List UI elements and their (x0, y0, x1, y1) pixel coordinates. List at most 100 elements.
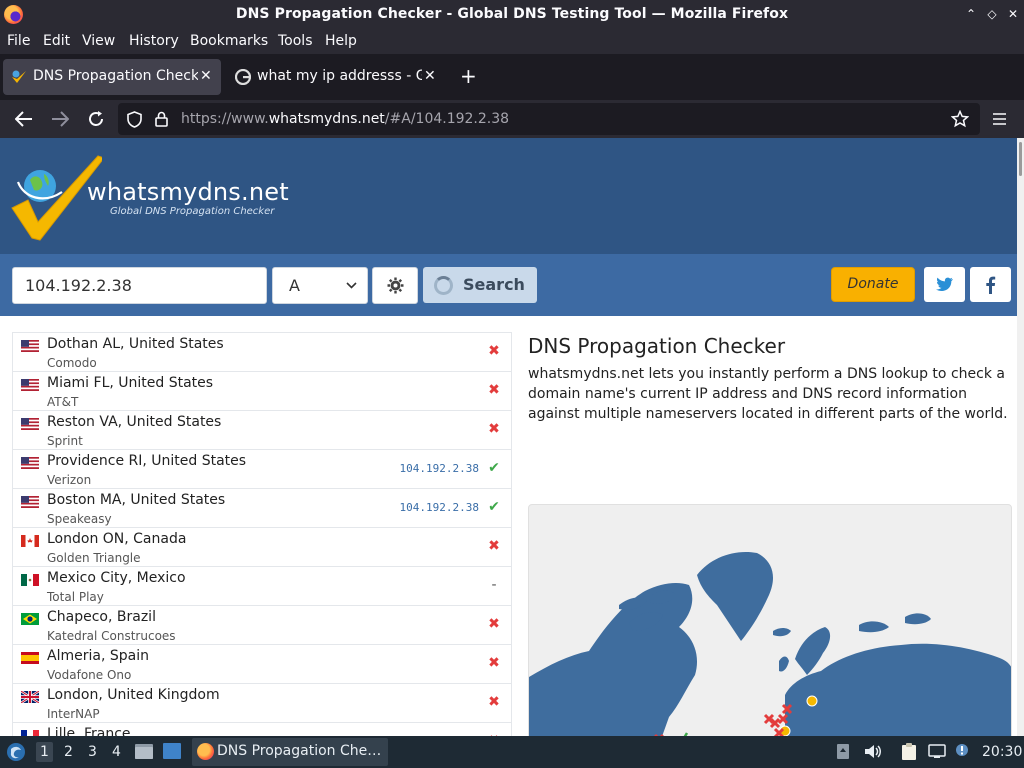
settings-button[interactable] (372, 267, 418, 304)
result-provider: InterNAP (47, 707, 100, 721)
result-row[interactable]: London, United Kingdom InterNAP ✖ (13, 684, 511, 723)
site-header: whatsmydns.net Global DNS Propagation Ch… (0, 138, 1017, 254)
spain-flag-icon (21, 652, 39, 664)
result-location: Reston VA, United States (47, 414, 222, 430)
menu-file[interactable]: File (7, 33, 30, 49)
workspace-3[interactable]: 3 (88, 744, 97, 760)
scrollbar-thumb[interactable] (1019, 142, 1022, 176)
cross-icon: ✖ (488, 616, 500, 632)
result-provider: Katedral Construcoes (47, 629, 176, 643)
result-location: Dothan AL, United States (47, 336, 224, 352)
workspace-4[interactable]: 4 (112, 744, 121, 760)
result-row[interactable]: Miami FL, United States AT&T ✖ (13, 372, 511, 411)
twitter-button[interactable] (924, 267, 965, 302)
page-scrollbar[interactable] (1017, 138, 1024, 736)
chevron-down-icon (346, 282, 357, 289)
tab-dns-checker[interactable]: DNS Propagation Checker ✕ (3, 59, 221, 95)
menu-tools[interactable]: Tools (278, 33, 313, 49)
cross-icon: ✖ (488, 343, 500, 359)
result-location: Chapeco, Brazil (47, 609, 156, 625)
result-row[interactable]: Chapeco, Brazil Katedral Construcoes ✖ (13, 606, 511, 645)
result-provider: Vodafone Ono (47, 668, 132, 682)
result-row[interactable]: Lille, France✖ (13, 723, 511, 736)
result-ip: 104.192.2.38 (399, 462, 479, 475)
tray-updates-icon[interactable] (836, 743, 850, 760)
close-tab-icon[interactable]: ✕ (424, 68, 436, 84)
menu-bar: File Edit View History Bookmarks Tools H… (0, 30, 1024, 54)
cross-icon: ✖ (488, 655, 500, 671)
donate-button[interactable]: Donate (831, 267, 915, 302)
menu-edit[interactable]: Edit (43, 33, 70, 49)
cross-icon: ✖ (488, 421, 500, 437)
network-icon[interactable] (928, 744, 946, 759)
facebook-button[interactable] (970, 267, 1011, 302)
mexico-flag-icon (21, 574, 39, 586)
us-flag-icon (21, 379, 39, 391)
menu-bookmarks[interactable]: Bookmarks (190, 33, 268, 49)
facebook-icon (986, 276, 996, 294)
result-location: Providence RI, United States (47, 453, 247, 469)
tab-google-search[interactable]: what my ip addresss - Go ✕ (227, 59, 445, 95)
result-location: Miami FL, United States (47, 375, 214, 391)
app-menu-icon[interactable] (992, 112, 1007, 126)
url-path: /#A/104.192.2.38 (384, 111, 510, 127)
url-prefix: https://www. (181, 111, 269, 127)
menu-view[interactable]: View (82, 33, 115, 49)
file-manager-icon[interactable] (134, 742, 154, 760)
record-type-select[interactable]: A (272, 267, 368, 304)
close-tab-icon[interactable]: ✕ (200, 68, 212, 84)
result-row[interactable]: Boston MA, United States Speakeasy 104.192… (13, 489, 511, 528)
back-icon[interactable] (15, 111, 33, 127)
desktop-taskbar: 1 2 3 4 DNS Propagation Che… 20:30 (0, 736, 1024, 768)
result-provider: AT&T (47, 395, 79, 409)
notification-icon[interactable] (954, 742, 970, 758)
result-ip: 104.192.2.38 (399, 501, 479, 514)
search-input-value: 104.192.2.38 (25, 276, 132, 295)
menu-help[interactable]: Help (325, 33, 357, 49)
new-tab-icon[interactable]: + (460, 64, 477, 88)
canada-flag-icon (21, 535, 39, 547)
record-type-value: A (289, 276, 300, 295)
forward-icon[interactable] (51, 111, 69, 127)
clock[interactable]: 20:30 (982, 744, 1022, 760)
volume-icon[interactable] (864, 744, 882, 759)
result-location: Mexico City, Mexico (47, 570, 186, 586)
close-window-icon[interactable]: ✕ (1004, 5, 1022, 23)
restore-icon[interactable]: ◇ (983, 5, 1001, 23)
search-button[interactable]: Search (423, 267, 537, 303)
bookmark-star-icon[interactable] (951, 110, 969, 128)
clipboard-icon[interactable] (900, 742, 918, 761)
whatsmydns-favicon-icon (12, 70, 26, 83)
result-row[interactable]: London ON, Canada Golden Triangle ✖ (13, 528, 511, 567)
result-location: London, United Kingdom (47, 687, 220, 703)
result-provider: Golden Triangle (47, 551, 141, 565)
workspace-2[interactable]: 2 (64, 744, 73, 760)
result-row[interactable]: Mexico City, Mexico Total Play - (13, 567, 511, 606)
menu-history[interactable]: History (129, 33, 179, 49)
minimize-icon[interactable]: ⌃ (962, 5, 980, 23)
cross-icon: ✖ (488, 382, 500, 398)
start-menu-icon[interactable] (6, 742, 26, 762)
address-bar[interactable]: https://www.whatsmydns.net/#A/104.192.2.… (118, 103, 980, 135)
uk-flag-icon (21, 691, 39, 703)
results-list: Dothan AL, United States Comodo ✖ Miami FL,… (12, 332, 512, 736)
result-location: Boston MA, United States (47, 492, 226, 508)
us-flag-icon (21, 496, 39, 508)
us-flag-icon (21, 457, 39, 469)
lock-icon[interactable] (155, 111, 168, 127)
result-row[interactable]: Dothan AL, United States Comodo ✖ (13, 333, 511, 372)
result-row[interactable]: Providence RI, United States Verizon 104.1… (13, 450, 511, 489)
result-row[interactable]: Almeria, Spain Vodafone Ono ✖ (13, 645, 511, 684)
logo-text[interactable]: whatsmydns.net (87, 178, 289, 206)
cross-icon: ✖ (488, 694, 500, 710)
world-map[interactable] (528, 504, 1012, 736)
workspace-1[interactable]: 1 (36, 742, 53, 762)
result-row[interactable]: Reston VA, United States Sprint ✖ (13, 411, 511, 450)
shield-icon[interactable] (127, 111, 142, 128)
navigation-bar: https://www.whatsmydns.net/#A/104.192.2.… (0, 100, 1024, 138)
taskbar-firefox-window[interactable]: DNS Propagation Che… (192, 738, 388, 766)
show-desktop-icon[interactable] (162, 742, 182, 760)
no-result-dash: - (491, 577, 497, 593)
reload-icon[interactable] (87, 110, 105, 128)
domain-search-input[interactable]: 104.192.2.38 (12, 267, 267, 304)
